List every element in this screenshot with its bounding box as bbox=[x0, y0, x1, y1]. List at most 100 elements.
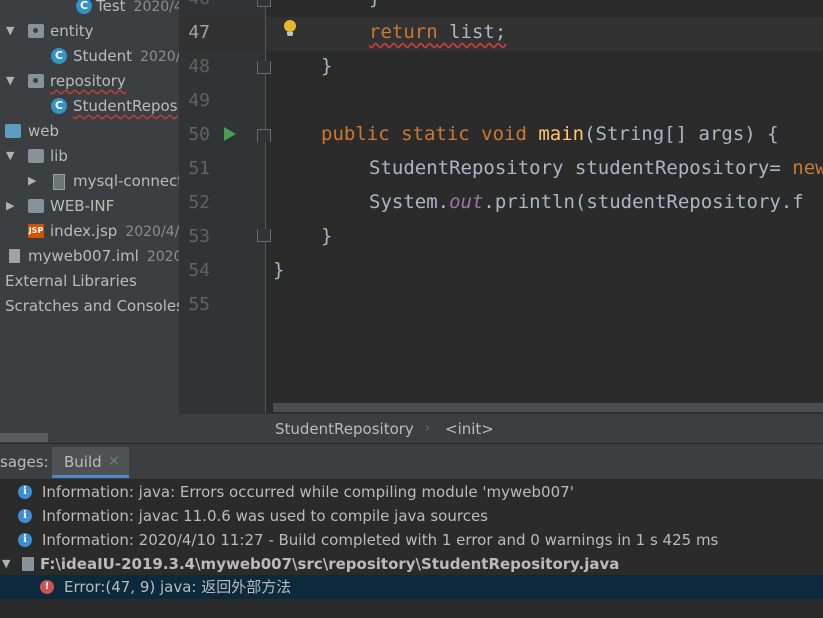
expand-arrow-icon[interactable]: ▼ bbox=[6, 144, 14, 168]
tree-item-label: myweb007.iml bbox=[28, 247, 139, 265]
messages-title: sages: bbox=[0, 453, 49, 471]
class-icon: C bbox=[76, 0, 92, 14]
fold-start-marker-icon[interactable] bbox=[257, 129, 271, 142]
message-row[interactable]: i Information: javac 11.0.6 was used to … bbox=[0, 504, 823, 528]
lightbulb-icon[interactable] bbox=[283, 20, 297, 38]
class-icon: C bbox=[51, 98, 67, 114]
code-line-47: return list; bbox=[369, 21, 506, 43]
code-keyword: return bbox=[369, 21, 438, 43]
message-file-row[interactable]: ▼ F:\ideaIU-2019.3.4\myweb007\src\reposi… bbox=[0, 552, 823, 576]
code-keyword: new bbox=[792, 157, 823, 179]
code-line-53: } bbox=[321, 225, 333, 247]
expand-arrow-icon[interactable]: ▼ bbox=[6, 19, 14, 43]
message-error-row[interactable]: ! Error:(47, 9) java: 返回外部方法 bbox=[0, 575, 823, 599]
code-keyword: public static void bbox=[321, 123, 539, 145]
messages-list: i Information: java: Errors occurred whi… bbox=[0, 479, 823, 618]
tab-label: Build bbox=[64, 453, 102, 471]
line-number: 48 bbox=[188, 56, 210, 77]
breadcrumb-member[interactable]: <init> bbox=[445, 414, 494, 444]
tree-item-date: 2020/4 bbox=[140, 49, 179, 65]
line-number: 47 bbox=[188, 22, 210, 43]
collapse-arrow-icon[interactable]: ▶ bbox=[28, 169, 36, 193]
folder-icon bbox=[28, 149, 44, 163]
line-number: 52 bbox=[188, 192, 210, 213]
tree-item-student-repository[interactable]: C StudentRepos bbox=[0, 94, 179, 118]
message-row[interactable]: i Information: 2020/4/10 11:27 - Build c… bbox=[0, 528, 823, 552]
code-static-field: out bbox=[449, 191, 484, 213]
expand-arrow-icon[interactable]: ▼ bbox=[6, 69, 14, 93]
tree-item-label: External Libraries bbox=[5, 272, 137, 290]
tree-item-external-libraries[interactable]: External Libraries bbox=[0, 269, 179, 293]
message-text: Information: 2020/4/10 11:27 - Build com… bbox=[42, 531, 719, 549]
code-text: System. bbox=[369, 191, 450, 213]
folder-icon bbox=[28, 199, 44, 213]
info-icon: i bbox=[18, 509, 32, 523]
web-folder-icon bbox=[5, 124, 21, 138]
info-icon: i bbox=[18, 533, 32, 547]
tree-item-iml[interactable]: myweb007.iml 2020/ bbox=[0, 244, 179, 268]
tree-item-date: 2020/4/ bbox=[133, 0, 179, 15]
breadcrumb-class[interactable]: StudentRepository bbox=[275, 414, 414, 444]
jar-icon bbox=[53, 174, 65, 190]
messages-toolbar: sages: Build × bbox=[0, 443, 823, 480]
code-line-54: } bbox=[273, 259, 285, 281]
tree-horizontal-scrollbar[interactable] bbox=[0, 433, 48, 442]
class-icon: C bbox=[51, 48, 67, 64]
code-text: StudentRepository studentRepository= bbox=[369, 157, 793, 179]
tree-item-student[interactable]: C Student 2020/4 bbox=[0, 44, 179, 68]
tree-item-test[interactable]: C Test 2020/4/ bbox=[0, 0, 179, 18]
tree-item-web[interactable]: web bbox=[0, 119, 179, 143]
code-text: list; bbox=[437, 21, 507, 43]
code-line: } bbox=[369, 0, 380, 9]
info-icon: i bbox=[18, 485, 32, 499]
tree-item-web-inf[interactable]: ▶ WEB-INF bbox=[0, 194, 179, 218]
message-text: Error:(47, 9) java: 返回外部方法 bbox=[64, 578, 292, 596]
package-folder-icon bbox=[28, 24, 44, 38]
code-line-51: StudentRepository studentRepository= new bbox=[369, 157, 823, 179]
breadcrumb-separator: › bbox=[425, 421, 431, 436]
code-line-52: System.out.println(studentRepository.f bbox=[369, 191, 804, 213]
tree-item-label: index.jsp bbox=[50, 222, 118, 240]
editor-horizontal-scrollbar[interactable] bbox=[273, 403, 823, 412]
tree-item-label: mysql-connect bbox=[73, 172, 179, 190]
line-number: 54 bbox=[188, 260, 210, 281]
code-line-48: } bbox=[321, 55, 333, 77]
line-number: 53 bbox=[188, 226, 210, 247]
line-number: 49 bbox=[188, 90, 210, 111]
message-file-path: F:\ideaIU-2019.3.4\myweb007\src\reposito… bbox=[40, 555, 620, 573]
message-row[interactable]: i Information: java: Errors occurred whi… bbox=[0, 480, 823, 504]
tree-item-label: web bbox=[28, 122, 60, 140]
tree-item-label: Test bbox=[96, 0, 126, 15]
tree-item-mysql-connector[interactable]: ▶ mysql-connect bbox=[0, 169, 179, 193]
tree-item-lib[interactable]: ▼ lib bbox=[0, 144, 179, 168]
java-file-icon bbox=[22, 557, 34, 571]
fold-end-marker-icon[interactable] bbox=[257, 229, 271, 242]
code-line-50: public static void main(String[] args) { bbox=[321, 123, 779, 145]
line-number: 51 bbox=[188, 158, 210, 179]
message-text: Information: javac 11.0.6 was used to co… bbox=[42, 507, 488, 525]
code-text: .println(studentRepository.f bbox=[483, 191, 804, 213]
close-icon[interactable]: × bbox=[108, 453, 120, 469]
tree-item-label: repository bbox=[50, 72, 126, 90]
tree-item-index-jsp[interactable]: JSP index.jsp 2020/4/8 bbox=[0, 219, 179, 243]
line-number: 46 bbox=[185, 0, 210, 9]
tree-item-label: lib bbox=[50, 147, 68, 165]
tree-item-date: 2020/4/8 bbox=[125, 224, 179, 240]
expand-arrow-icon[interactable]: ▼ bbox=[2, 552, 10, 576]
current-line-highlight bbox=[266, 17, 823, 51]
project-tree: C Test 2020/4/ ▼ entity C Student 2020/4 ▼… bbox=[0, 0, 179, 443]
package-folder-icon bbox=[28, 74, 44, 88]
tree-item-label: StudentRepos bbox=[73, 97, 178, 115]
tree-item-scratches[interactable]: Scratches and Consoles bbox=[0, 294, 179, 318]
tree-item-entity[interactable]: ▼ entity bbox=[0, 19, 179, 43]
collapse-arrow-icon[interactable]: ▶ bbox=[6, 194, 14, 218]
fold-end-marker-icon[interactable] bbox=[257, 0, 271, 7]
tree-item-label: Scratches and Consoles bbox=[5, 297, 179, 315]
run-gutter-icon[interactable] bbox=[224, 127, 236, 141]
code-method-name: main bbox=[538, 123, 585, 145]
tree-item-repository[interactable]: ▼ repository bbox=[0, 69, 179, 93]
fold-end-marker-icon[interactable] bbox=[257, 61, 271, 74]
tree-item-label: WEB-INF bbox=[50, 197, 115, 215]
jsp-file-icon: JSP bbox=[28, 224, 44, 238]
tab-build[interactable]: Build × bbox=[52, 447, 129, 478]
